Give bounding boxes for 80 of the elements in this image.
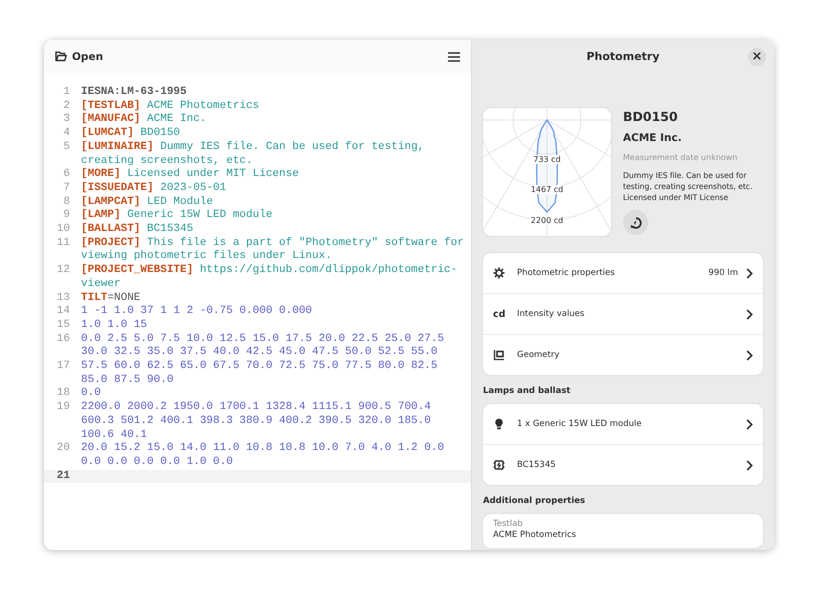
code-text: TILT=NONE [81, 292, 142, 306]
menu-button[interactable] [448, 52, 460, 62]
code-text: 0.0 [81, 387, 102, 402]
folder-icon [55, 51, 67, 62]
property-label: Testlab [493, 519, 524, 529]
code-text: 20.0 15.2 15.0 14.0 11.0 10.8 10.8 10.0 7.0 4.0 1.2 0.0 0.0 0.0 0.0 0.0 1.0 0.0 [81, 442, 446, 470]
chevron-right-icon [746, 350, 753, 360]
chip-icon [493, 459, 505, 471]
section-heading: Lamps and ballast [483, 386, 572, 396]
lightbulb-icon [493, 418, 505, 430]
line-number: 3 [62, 113, 71, 128]
menu-icon [448, 52, 460, 62]
code-text: 0.0 2.5 5.0 7.5 10.0 12.5 15.0 17.5 20.0 22.5 25.0 27.5 30.0 32.5 35.0 37.5 40.0 42.5 45.0 47.5 50.0 52.5 55.0 [81, 332, 446, 360]
icon-button[interactable] [623, 210, 648, 235]
row-label: BC15345 [517, 460, 557, 470]
code-text: 1.0 1.0 15 [81, 318, 148, 333]
line-number: 5 [62, 140, 71, 155]
line-number: 8 [62, 196, 71, 210]
list-row[interactable]: cd Intensity values [483, 293, 763, 334]
open-button[interactable]: Open [55, 48, 104, 64]
intensity-label: 2200 cd [530, 216, 564, 225]
code-text: [BALLAST] BC15345 [81, 223, 194, 237]
line-number: 7 [62, 182, 71, 196]
unit-label: cd [493, 308, 506, 320]
manufacturer: ACME Inc. [623, 132, 683, 144]
row-label: Intensity values [517, 309, 586, 319]
code-text: [PROJECT] This file is a part of "Photometry" software for viewing photometric files under Linux. [81, 236, 464, 264]
section-heading: Additional properties [483, 496, 586, 506]
code-text: 57.5 60.0 62.5 65.0 67.5 70.0 72.5 75.0 77.5 80.0 82.5 85.0 87.5 90.0 [81, 360, 438, 388]
chevron-right-icon [746, 268, 753, 278]
row-value: 990 lm [708, 268, 738, 278]
frame-icon [493, 349, 505, 361]
line-number: 1 [62, 86, 71, 100]
code-text: [LAMP] Generic 15W LED module [81, 209, 274, 223]
property-value: ACME Photometrics [493, 530, 578, 540]
line-number: 16 [56, 332, 71, 347]
line-number: 6 [62, 168, 71, 182]
code-text: [LAMPCAT] LED Module [81, 196, 214, 209]
line-number: 20 [56, 442, 71, 456]
close-button[interactable]: × [748, 48, 766, 66]
intensity-label: 1467 cd [530, 185, 564, 194]
line-number: 19 [56, 401, 71, 416]
line-number: 4 [62, 127, 71, 141]
line-number: 15 [56, 318, 71, 333]
code-text: [TESTLAB] ACME Photometrics [81, 100, 260, 113]
code-text: [ISSUEDATE] 2023-05-01 [81, 182, 228, 196]
line-number: 13 [56, 292, 71, 306]
chevron-right-icon [746, 418, 753, 430]
row-label: 1 x Generic 15W LED module [517, 419, 643, 429]
code-text: IESNA:LM-63-1995 [81, 86, 188, 100]
line-number: 21 [56, 470, 71, 484]
line-number: 11 [56, 236, 71, 251]
line-number: 17 [56, 360, 71, 374]
code-text: [PROJECT_WEBSITE] https://github.com/dlippok/photometric-viewer [81, 264, 458, 292]
chevron-right-icon [746, 460, 753, 470]
code-text: [MANUFAC] ACME Inc. [81, 113, 208, 127]
gear-icon [493, 267, 505, 279]
list-row[interactable]: Geometry [483, 334, 763, 375]
code-text: [MORE] Licensed under MIT License [81, 168, 300, 182]
list-row[interactable]: 1 x Generic 15W LED module [483, 404, 763, 444]
line-number: 12 [56, 264, 71, 278]
line-number: 9 [62, 209, 71, 224]
chevron-right-icon [746, 308, 753, 320]
list-row[interactable]: BC15345 [483, 444, 763, 485]
line-number: 14 [56, 305, 71, 319]
measurement-date: Measurement date unknown [623, 153, 738, 162]
line-number: 2 [62, 100, 71, 114]
list-row[interactable]: Photometric properties 990 lm [483, 253, 763, 293]
code-text: [LUMINAIRE] Dummy IES file. Can be used for testing, creating screenshots, etc. [81, 140, 426, 168]
panel-title: Photometry [586, 50, 660, 63]
row-label: Photometric properties [517, 268, 616, 278]
code-text: 2200.0 2000.2 1950.0 1700.1 1328.4 1115.1 900.5 700.4 600.3 501.2 400.1 398.3 380.9 400.2 390.5 320.0 185.0 100.6 40.1 [81, 401, 432, 442]
intensity-label: 733 cd [532, 155, 562, 164]
code-text: [LUMCAT] BD0150 [81, 127, 182, 141]
row-label: Geometry [517, 350, 560, 360]
circular-arrow-icon [630, 216, 642, 228]
line-number: 18 [56, 387, 71, 402]
luminaire-name: BD0150 [623, 109, 679, 124]
code-text: 1 -1 1.0 37 1 1 2 -0.75 0.000 0.000 [81, 305, 314, 319]
line-number: 10 [56, 223, 71, 237]
